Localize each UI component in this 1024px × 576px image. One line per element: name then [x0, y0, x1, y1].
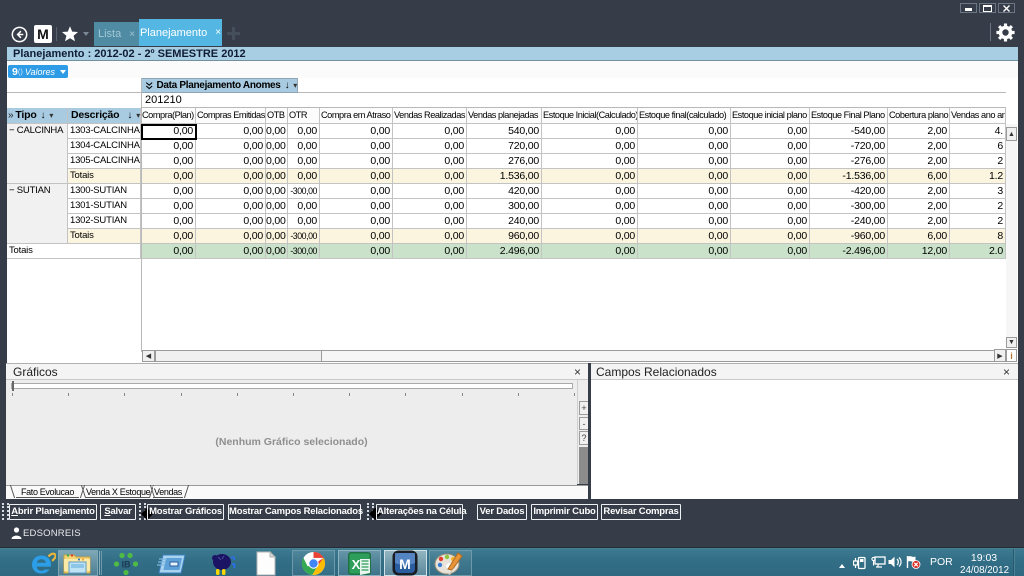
svg-text:IB: IB	[122, 560, 132, 570]
svg-text:M: M	[399, 556, 411, 572]
svg-text:X: X	[352, 557, 361, 572]
